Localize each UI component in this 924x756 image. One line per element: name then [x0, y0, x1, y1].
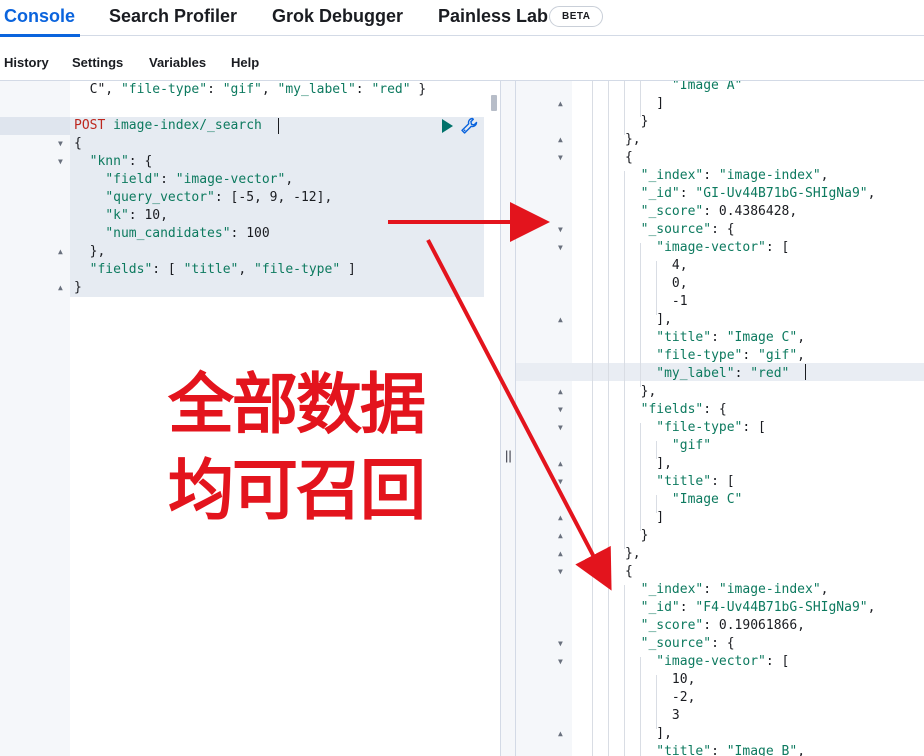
- tab-painless-lab[interactable]: Painless Lab: [438, 6, 548, 27]
- code-text: }: [74, 280, 82, 295]
- code-text: },: [578, 132, 641, 147]
- drag-handle-icon[interactable]: ||: [505, 448, 512, 463]
- code-text: "_id": "GI-Uv44B71bG-SHIgNa9",: [640, 186, 876, 201]
- response-editor[interactable]: 36 "Image A"37▲ ]38 }39▲ },40▼ {41 "_ind…: [516, 81, 924, 756]
- code-text: -2,: [578, 690, 696, 705]
- code-text: ]: [578, 96, 665, 111]
- code-text: {: [74, 136, 82, 151]
- text-cursor: [278, 118, 279, 134]
- fold-toggle-icon[interactable]: ▼: [558, 401, 563, 419]
- code-text: }: [578, 114, 649, 129]
- fold-toggle-icon[interactable]: ▼: [558, 473, 563, 491]
- code-text: 4,: [578, 258, 688, 273]
- code-text: "fields": [ "title", "file-type" ]: [89, 262, 356, 277]
- fold-toggle-icon[interactable]: ▼: [558, 239, 563, 257]
- fold-toggle-icon[interactable]: ▲: [58, 279, 63, 297]
- code-text: "file-type": "gif",: [656, 348, 805, 363]
- fold-toggle-icon[interactable]: ▲: [558, 95, 563, 113]
- code-text: ],: [578, 456, 672, 471]
- request-scrollbar[interactable]: [491, 95, 497, 111]
- annotation-line-1: 全部数据: [168, 366, 426, 443]
- annotation-text: 全部数据 均可召回: [168, 362, 426, 534]
- code-text: "_score": 0.4386428,: [640, 204, 798, 219]
- code-text: "image-vector": [: [656, 654, 790, 669]
- fold-toggle-icon[interactable]: ▼: [558, 563, 563, 581]
- code-text: 3: [578, 708, 680, 723]
- code-text: ],: [578, 312, 672, 327]
- beta-badge: BETA: [549, 6, 604, 27]
- code-text: "my_label": "red": [656, 366, 790, 381]
- code-text: "title": "Image B",: [656, 744, 806, 756]
- response-cursor: [805, 364, 806, 380]
- code-text: "Image A": [671, 81, 743, 93]
- code-text: "title": "Image C",: [656, 330, 806, 345]
- menu-variables[interactable]: Variables: [149, 55, 206, 70]
- fold-toggle-icon[interactable]: ▲: [558, 545, 563, 563]
- fold-toggle-icon[interactable]: ▲: [558, 725, 563, 743]
- fold-toggle-icon[interactable]: ▲: [558, 509, 563, 527]
- fold-toggle-icon[interactable]: ▼: [58, 153, 63, 171]
- fold-toggle-icon[interactable]: ▲: [558, 131, 563, 149]
- fold-toggle-icon[interactable]: ▼: [558, 635, 563, 653]
- fold-toggle-icon[interactable]: ▼: [58, 135, 63, 153]
- console-menu: History Settings Variables Help: [0, 37, 924, 81]
- code-text: "_score": 0.19061866,: [640, 618, 805, 633]
- code-text: "title": [: [656, 474, 735, 489]
- fold-toggle-icon[interactable]: ▼: [558, 419, 563, 437]
- top-tabs: Console Search Profiler Grok Debugger Pa…: [0, 0, 924, 37]
- fold-toggle-icon[interactable]: ▲: [558, 311, 563, 329]
- code-text: C", "file-type": "gif", "my_label": "red…: [74, 82, 427, 97]
- annotation-line-2: 均可召回: [168, 452, 426, 529]
- code-text: "file-type": [: [656, 420, 766, 435]
- fold-toggle-icon[interactable]: ▲: [558, 455, 563, 473]
- code-text: -1: [578, 294, 688, 309]
- code-text: "num_candidates": 100: [105, 226, 270, 241]
- code-text: POST image-index/_search: [74, 118, 262, 133]
- fold-toggle-icon[interactable]: ▲: [558, 527, 563, 545]
- code-text: "_source": {: [640, 636, 735, 651]
- code-text: 0,: [578, 276, 688, 291]
- code-text: "Image C": [671, 492, 743, 507]
- play-icon[interactable]: [442, 119, 453, 133]
- code-text: },: [74, 244, 106, 259]
- fold-toggle-icon[interactable]: ▼: [558, 653, 563, 671]
- code-text: ]: [578, 510, 665, 525]
- code-text: "fields": {: [640, 402, 727, 417]
- menu-settings[interactable]: Settings: [72, 55, 123, 70]
- code-text: ],: [578, 726, 672, 741]
- fold-toggle-icon[interactable]: ▼: [558, 149, 563, 167]
- tab-console[interactable]: Console: [4, 6, 75, 27]
- menu-history[interactable]: History: [4, 55, 49, 70]
- code-text: "_id": "F4-Uv44B71bG-SHIgNa9",: [640, 600, 876, 615]
- menu-help[interactable]: Help: [231, 55, 259, 70]
- wrench-icon[interactable]: [460, 117, 478, 135]
- code-text: {: [578, 150, 633, 165]
- tab-grok-debugger[interactable]: Grok Debugger: [272, 6, 403, 27]
- code-text: {: [578, 564, 633, 579]
- fold-toggle-icon[interactable]: ▲: [558, 383, 563, 401]
- code-text: "gif": [671, 438, 712, 453]
- code-text: }: [578, 528, 649, 543]
- code-text: "image-vector": [: [656, 240, 790, 255]
- editor-splitter[interactable]: ||: [500, 81, 516, 756]
- code-text: },: [578, 384, 657, 399]
- fold-toggle-icon[interactable]: ▲: [58, 243, 63, 261]
- request-gutter: [0, 81, 70, 756]
- code-text: "knn": {: [89, 154, 153, 169]
- code-text: "_index": "image-index",: [640, 168, 829, 183]
- code-text: "query_vector": [-5, 9, -12],: [105, 190, 333, 205]
- response-gutter: [516, 81, 572, 756]
- tab-search-profiler[interactable]: Search Profiler: [109, 6, 237, 27]
- code-text: "k": 10,: [105, 208, 168, 223]
- code-text: "_source": {: [640, 222, 735, 237]
- code-text: },: [578, 546, 641, 561]
- code-text: "_index": "image-index",: [640, 582, 829, 597]
- code-text: 10,: [578, 672, 696, 687]
- fold-toggle-icon[interactable]: ▼: [558, 221, 563, 239]
- code-text: "field": "image-vector",: [105, 172, 294, 187]
